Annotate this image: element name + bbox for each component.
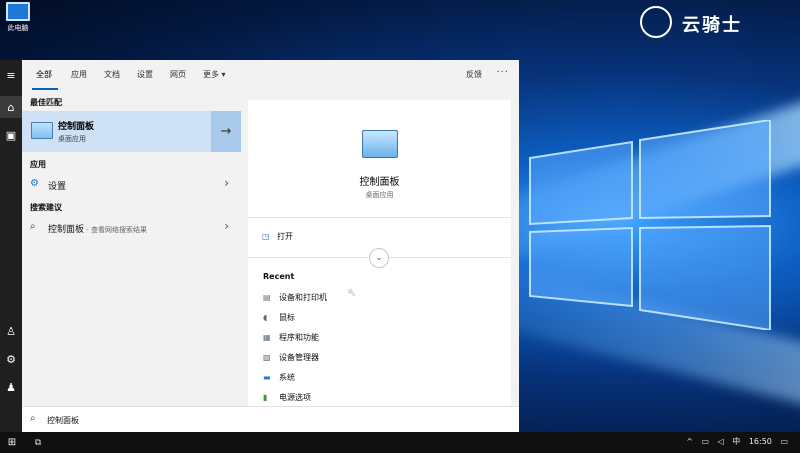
search-panel: 全部 应用 文档 设置 网页 更多 ▾ 反馈 ··· 最佳匹配 控制面板 桌面应… bbox=[22, 60, 519, 433]
open-arrow-icon[interactable]: → bbox=[211, 111, 241, 152]
this-pc-icon[interactable]: 此电脑 bbox=[2, 2, 34, 33]
suggestion-label: 控制面板 - 查看网络搜索结果 bbox=[48, 222, 147, 235]
gear-icon: ⚙ bbox=[30, 178, 39, 189]
recent-item[interactable]: ▦ 程序和功能 bbox=[263, 332, 319, 343]
detail-subtitle: 桌面应用 bbox=[365, 191, 394, 199]
programs-icon: ▦ bbox=[263, 333, 271, 342]
tab-documents[interactable]: 文档 bbox=[104, 69, 120, 80]
document-icon[interactable]: ▣ bbox=[0, 124, 22, 146]
menu-icon[interactable]: ≡ bbox=[0, 64, 22, 86]
best-match-item[interactable]: 控制面板 桌面应用 → bbox=[22, 111, 241, 152]
recent-item[interactable]: ◖ 鼠标 bbox=[263, 312, 295, 323]
detail-title: 控制面板 bbox=[359, 177, 400, 188]
printer-icon: ▤ bbox=[263, 293, 271, 302]
brand-watermark: 云骑士 bbox=[640, 6, 790, 40]
mouse-cursor-icon: ↖ bbox=[347, 286, 357, 299]
best-match-title: 控制面板 bbox=[58, 122, 95, 132]
more-options-icon[interactable]: ··· bbox=[496, 67, 509, 78]
user-icon[interactable]: ♙ bbox=[0, 320, 22, 342]
recent-item[interactable]: ▤ 设备和打印机 bbox=[263, 292, 327, 303]
best-match-header: 最佳匹配 bbox=[30, 98, 62, 107]
control-panel-icon bbox=[31, 122, 53, 139]
task-view-icon[interactable]: ⧉ bbox=[27, 432, 49, 453]
notification-icon[interactable]: ▭ bbox=[780, 437, 788, 446]
tab-apps[interactable]: 应用 bbox=[71, 69, 87, 80]
network-icon[interactable]: ▭ bbox=[701, 437, 709, 446]
open-label: 打开 bbox=[277, 232, 293, 241]
search-tabs: 全部 应用 文档 设置 网页 更多 ▾ 反馈 ··· bbox=[22, 60, 519, 90]
recent-item-label: 系统 bbox=[279, 373, 295, 382]
taskbar: ⊞ ⧉ ^ ▭ ◁ 中 16:50 ▭ bbox=[0, 432, 800, 453]
app-item-settings[interactable]: ⚙ 设置 › bbox=[22, 173, 241, 195]
start-left-rail: ≡ ⌂ ▣ ♙ ⚙ ♟ bbox=[0, 60, 22, 432]
tab-settings[interactable]: 设置 bbox=[137, 69, 153, 80]
recent-item-label: 设备和打印机 bbox=[279, 293, 327, 302]
search-icon: ⌕ bbox=[30, 413, 36, 424]
device-manager-icon: ▧ bbox=[263, 353, 271, 362]
divider bbox=[248, 217, 511, 218]
ime-indicator[interactable]: 中 bbox=[732, 437, 740, 446]
recent-item[interactable]: ▮ 电源选项 bbox=[263, 392, 311, 403]
this-pc-label: 此电脑 bbox=[7, 24, 29, 32]
tab-web[interactable]: 网页 bbox=[170, 69, 186, 80]
brand-text: 云骑士 bbox=[682, 15, 742, 36]
recent-item-label: 电源选项 bbox=[279, 393, 311, 402]
mouse-icon: ◖ bbox=[263, 313, 268, 322]
search-input[interactable]: 控制面板 bbox=[47, 415, 79, 426]
recent-item-label: 鼠标 bbox=[279, 313, 295, 322]
chevron-right-icon: › bbox=[224, 219, 229, 233]
tab-all[interactable]: 全部 bbox=[36, 69, 52, 80]
windows-start-icon[interactable]: ⊞ bbox=[0, 432, 24, 453]
suggestions-header: 搜索建议 bbox=[30, 203, 62, 212]
best-match-subtitle: 桌面应用 bbox=[58, 135, 86, 143]
control-panel-icon bbox=[362, 130, 398, 158]
clock[interactable]: 16:50 bbox=[749, 437, 772, 446]
system-icon: ▬ bbox=[263, 373, 271, 382]
suggestion-term: 控制面板 bbox=[48, 225, 85, 235]
recent-item-label: 设备管理器 bbox=[279, 353, 319, 362]
settings-gear-icon[interactable]: ⚙ bbox=[0, 348, 22, 370]
chevron-up-icon[interactable]: ^ bbox=[686, 437, 693, 446]
system-tray: ^ ▭ ◁ 中 16:50 ▭ bbox=[680, 436, 788, 447]
app-item-label: 设置 bbox=[48, 182, 67, 192]
volume-icon[interactable]: ◁ bbox=[718, 437, 724, 446]
feedback-person-icon[interactable]: ♟ bbox=[0, 376, 22, 398]
recent-item[interactable]: ▧ 设备管理器 bbox=[263, 352, 319, 363]
open-action[interactable]: ◳ 打开 bbox=[262, 231, 293, 242]
suggestion-hint: - 查看网络搜索结果 bbox=[84, 226, 147, 234]
feedback-button[interactable]: 反馈 bbox=[466, 69, 482, 80]
recent-item[interactable]: ▬ 系统 bbox=[263, 372, 295, 383]
open-icon: ◳ bbox=[262, 232, 270, 241]
tab-more[interactable]: 更多 ▾ bbox=[203, 69, 226, 80]
recent-header: Recent bbox=[263, 272, 295, 281]
home-icon[interactable]: ⌂ bbox=[0, 96, 22, 118]
results-list: 最佳匹配 控制面板 桌面应用 → 应用 ⚙ 设置 › 搜索建议 ⌕ 控制面板 -… bbox=[22, 90, 242, 406]
windows-logo-wallpaper bbox=[529, 120, 771, 330]
chevron-right-icon: › bbox=[224, 176, 229, 190]
monitor-icon bbox=[6, 2, 30, 21]
chevron-down-icon[interactable]: ⌄ bbox=[369, 248, 389, 268]
brand-logo-icon bbox=[640, 6, 672, 38]
recent-item-label: 程序和功能 bbox=[279, 333, 319, 342]
search-icon: ⌕ bbox=[30, 221, 36, 232]
detail-pane: 控制面板 桌面应用 ◳ 打开 ⌄ Recent ▤ 设备和打印机 ◖ 鼠标 ▦ 程序和功… bbox=[248, 100, 511, 406]
apps-header: 应用 bbox=[30, 160, 46, 169]
search-box[interactable]: ⌕ 控制面板 bbox=[22, 406, 519, 433]
suggestion-item[interactable]: ⌕ 控制面板 - 查看网络搜索结果 › bbox=[22, 216, 241, 238]
power-options-icon: ▮ bbox=[263, 393, 268, 402]
